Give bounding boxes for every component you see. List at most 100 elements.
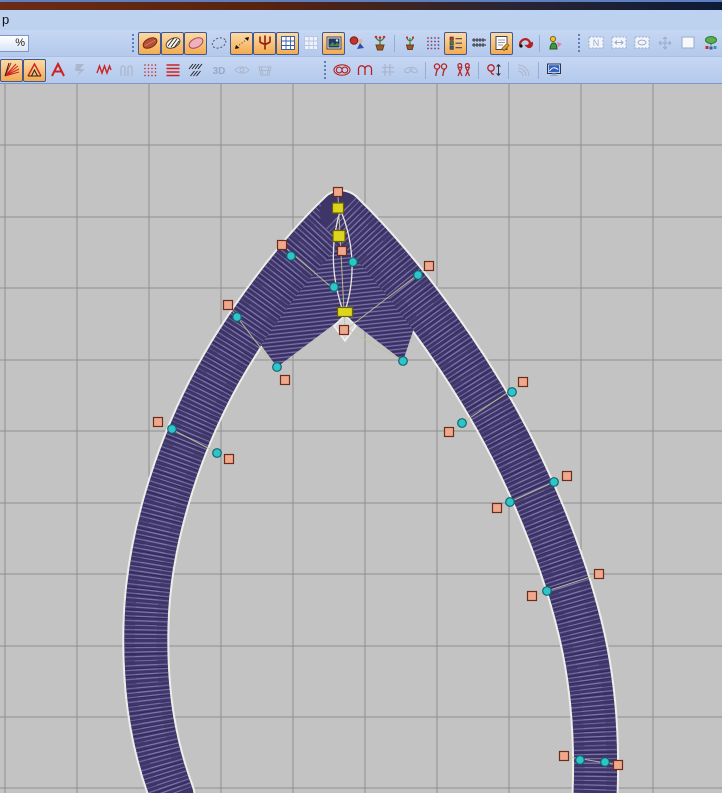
reshape-node-square[interactable] [558,750,570,762]
dashed-outline-button[interactable] [207,32,230,55]
dot-matrix-button[interactable] [421,32,444,55]
reshape-node-square[interactable] [443,426,455,438]
petal-outline-button[interactable] [184,31,207,55]
grid-faded-icon [303,36,318,50]
selected-node-square[interactable] [331,202,345,214]
color-object-list-button[interactable] [699,32,722,55]
toolbar-grip[interactable] [324,61,326,79]
toolbar-main: % N [0,30,722,57]
reshape-node-circle[interactable] [575,755,585,765]
color-film-button[interactable] [444,31,467,55]
chain-links-button[interactable] [399,59,422,82]
reshape-node-square[interactable] [561,470,573,482]
selected-node-square[interactable] [332,229,346,243]
zigzag-stitch-button[interactable] [92,59,115,82]
column-stitch-button[interactable] [115,59,138,82]
object-properties-button[interactable] [490,31,513,55]
reshape-node-square[interactable] [526,590,538,602]
reshape-node-square[interactable] [276,239,288,251]
petal-fill-button[interactable] [138,31,161,55]
fan-stitch-button[interactable] [23,58,46,82]
loop-cross-button[interactable] [452,59,475,82]
reshape-node-square[interactable] [152,416,164,428]
reshape-node-circle[interactable] [505,497,515,507]
toolbar-grip[interactable] [578,34,580,52]
petal-fill-icon [142,37,157,49]
plant-design-button[interactable] [368,32,391,55]
design-canvas[interactable] [0,84,722,793]
hatch-fill-button[interactable] [161,31,184,55]
pan-icon [658,36,671,50]
reshape-node-square[interactable] [517,376,529,388]
reshape-node-circle[interactable] [348,257,358,267]
toolbar-separator [394,34,395,52]
zoom-width-button[interactable] [607,32,630,55]
reshape-node-circle[interactable] [549,477,559,487]
thread-swirl-button[interactable] [513,32,536,55]
reshape-node-square[interactable] [612,759,624,771]
dot-matrix-icon [426,37,439,50]
zoom-object-button[interactable] [630,32,653,55]
reshape-node-circle[interactable] [232,312,242,322]
fit-window-button[interactable]: N [584,32,607,55]
selected-node-square[interactable] [336,306,354,318]
motif-fill-button[interactable] [138,59,161,82]
loop-run-button[interactable] [429,59,452,82]
plant-design-2-button[interactable] [398,32,421,55]
pan-button[interactable] [653,32,676,55]
branching-button[interactable] [253,31,276,55]
reshape-node-square[interactable] [332,186,344,198]
reshape-node-square[interactable] [279,374,291,386]
reshape-nodes-icon [234,37,249,49]
blank-view-button[interactable] [676,32,699,55]
digitize-person-button[interactable] [543,32,566,55]
reshape-node-circle[interactable] [457,418,467,428]
reshape-node-square[interactable] [593,568,605,580]
three-d-icon: 3D [212,66,225,77]
menu-item-help-fragment[interactable]: p [0,10,9,30]
reshape-node-square[interactable] [223,453,235,465]
mesh-fill-button[interactable] [230,59,253,82]
zoom-percent-field[interactable]: % [0,34,29,52]
double-run-button[interactable] [330,59,353,82]
loop-vertical-button[interactable] [482,59,505,82]
grid-faded-button[interactable] [299,32,322,55]
column-loops-icon [357,65,372,75]
reshape-node-circle[interactable] [167,424,177,434]
reshape-nodes-button[interactable] [230,31,253,55]
reshape-node-circle[interactable] [212,448,222,458]
stitch-list-button[interactable] [467,32,490,55]
reshape-node-circle[interactable] [542,586,552,596]
skew-stitch-button[interactable] [69,59,92,82]
reshape-node-square[interactable] [338,324,350,336]
reshape-node-circle[interactable] [413,270,423,280]
grid-on-button[interactable] [276,31,299,55]
reshape-node-square[interactable] [491,502,503,514]
reshape-node-square[interactable] [423,260,435,272]
fancy-fill-button[interactable] [184,59,207,82]
reshape-node-square[interactable] [336,245,348,257]
lettering-a-button[interactable] [46,59,69,82]
weave-fill-button[interactable] [376,59,399,82]
toolbar-grip[interactable] [132,34,134,52]
view-toolbar: N [576,32,722,55]
reshape-node-circle[interactable] [286,251,296,261]
skew-stitch-icon [74,64,85,76]
stitch-angles-button[interactable] [0,58,23,82]
satin-lines-button[interactable] [161,59,184,82]
show-picture-button[interactable] [322,31,345,55]
motif-fill-icon [143,64,156,77]
basket-weave-button[interactable] [253,59,276,82]
column-loops-button[interactable] [353,59,376,82]
reshape-node-circle[interactable] [600,757,610,767]
curved-fill-button[interactable] [512,59,535,82]
reshape-node-circle[interactable] [329,282,339,292]
satin-border-object[interactable] [122,189,620,793]
reshape-node-circle[interactable] [398,356,408,366]
reshape-node-square[interactable] [222,299,234,311]
reshape-node-circle[interactable] [507,387,517,397]
three-d-button[interactable]: 3D [207,59,230,82]
reshape-node-circle[interactable] [272,362,282,372]
screen-preview-button[interactable] [542,59,565,82]
show-objects-button[interactable] [345,32,368,55]
